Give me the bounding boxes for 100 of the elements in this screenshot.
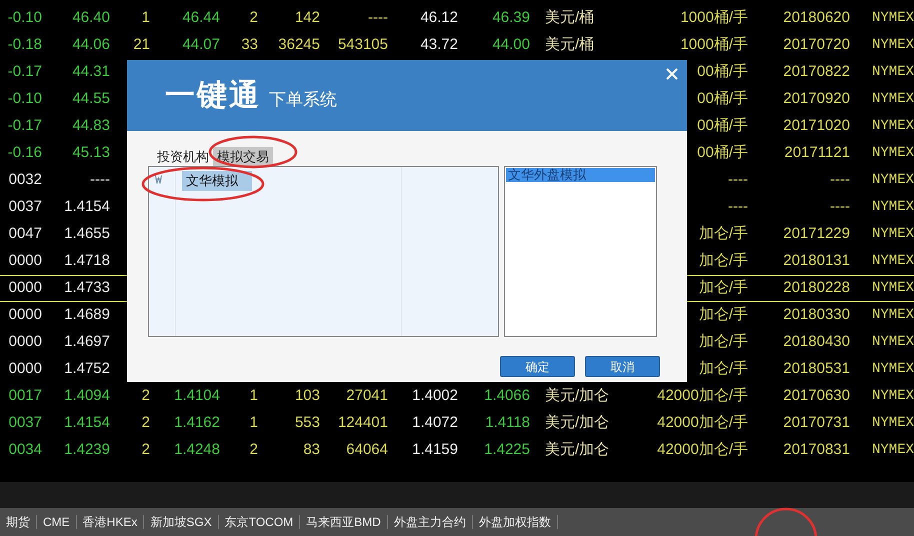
table-cell-text: 1.4104 — [174, 386, 220, 406]
table-cell-text: 00桶/手 — [697, 143, 748, 164]
table-cell-text: 加仑/手 — [698, 251, 748, 272]
market-tab[interactable]: CME — [37, 515, 77, 529]
tree-item[interactable]: 文华模拟 — [182, 171, 252, 190]
table-cell-text: NYMEX — [872, 63, 914, 82]
table-cell-text: 0037 — [8, 413, 42, 434]
table-cell-text: NYMEX — [872, 441, 914, 460]
table-cell-text: 0000 — [8, 332, 42, 352]
market-tab[interactable]: 外盘主力合约 — [388, 515, 473, 529]
table-cell-text: 00桶/手 — [697, 116, 748, 136]
table-cell-text: 加仑/手 — [698, 332, 748, 352]
table-cell-text: 553 — [294, 413, 320, 434]
table-cell-text: 美元/桶 — [544, 8, 594, 28]
table-cell-text: 00桶/手 — [697, 89, 748, 110]
table-cell-text: NYMEX — [872, 36, 914, 55]
table-cell-text: 1.4752 — [64, 359, 110, 380]
table-cell-text: 0000 — [8, 359, 42, 380]
table-cell-text: 43.72 — [420, 35, 458, 56]
table-cell-text: NYMEX — [872, 144, 914, 163]
table-cell-text: 1.4162 — [174, 413, 220, 434]
table-cell-text: 2 — [250, 8, 258, 28]
table-cell-text: 1.4689 — [64, 305, 110, 326]
table-cell-text: NYMEX — [872, 171, 914, 190]
market-tab[interactable]: 马来西亚BMD — [300, 515, 388, 529]
table-cell-text: 1.4225 — [484, 440, 530, 460]
table-cell-text: 44.07 — [182, 35, 220, 56]
table-cell-text: 美元/加仑 — [544, 440, 610, 460]
table-cell-text: 27041 — [346, 386, 388, 406]
table-cell-text: NYMEX — [872, 117, 914, 136]
table-cell-text: NYMEX — [872, 90, 914, 109]
table-cell-text: 加仑/手 — [698, 278, 748, 298]
table-cell-text: NYMEX — [872, 414, 914, 433]
table-cell-text: 20170831 — [783, 440, 850, 460]
table-cell-text: 0047 — [8, 224, 42, 244]
confirm-button[interactable]: 确定 — [500, 356, 575, 377]
table-cell-text: NYMEX — [872, 198, 914, 217]
table-cell-text: 20171121 — [784, 143, 850, 164]
table-cell-text: 20170822 — [783, 62, 850, 82]
table-cell-text: 142 — [294, 8, 320, 28]
table-cell-text: 20170731 — [783, 413, 850, 434]
table-cell-text: 1000桶/手 — [680, 35, 748, 56]
table-cell-text: -0.16 — [8, 143, 42, 164]
dialog-tab[interactable]: 投资机构 — [153, 147, 213, 167]
table-cell-text: 00桶/手 — [697, 62, 748, 82]
market-tab[interactable]: 外盘加权指数 — [472, 515, 558, 529]
table-cell-text: 1.4002 — [412, 386, 458, 406]
table-cell-text: 1.4248 — [174, 440, 220, 460]
table-cell-text: 44.00 — [492, 35, 530, 56]
table-cell-text: -0.17 — [8, 62, 42, 82]
table-cell-text: 1.4154 — [64, 413, 110, 434]
table-cell-text: -0.18 — [8, 35, 42, 56]
table-cell-text: 0000 — [8, 278, 42, 298]
table-cell-text: 美元/加仑 — [544, 386, 610, 406]
table-cell-text: NYMEX — [872, 279, 914, 298]
table-cell-text: 2 — [142, 413, 150, 434]
table-cell-text: 加仑/手 — [698, 359, 748, 380]
table-cell-text: 1.4118 — [485, 413, 530, 434]
dialog-subtitle: 下单系统 — [269, 88, 337, 111]
table-cell-text: 20180430 — [783, 332, 850, 352]
table-cell-text: 20170920 — [783, 89, 850, 110]
table-cell-text: 加仑/手 — [698, 224, 748, 244]
table-cell-text: 1.4239 — [64, 440, 110, 460]
table-cell-text: 美元/加仑 — [544, 413, 610, 434]
table-cell-text: NYMEX — [872, 360, 914, 379]
table-cell-text: 0032 — [8, 170, 42, 190]
table-cell-text: 0037 — [8, 197, 42, 218]
table-cell-text: 21 — [133, 35, 150, 56]
table-cell-text: 1 — [142, 8, 150, 28]
table-cell-text: 44.31 — [72, 62, 110, 82]
close-icon[interactable] — [665, 67, 679, 81]
table-cell-text: 44.06 — [72, 35, 110, 56]
table-cell-text: ---- — [830, 197, 850, 218]
table-cell-text: 1 — [250, 413, 258, 434]
table-cell-text: 1.4733 — [64, 278, 110, 298]
table-cell-text: 20170720 — [783, 35, 850, 56]
table-cell-text: 1 — [250, 386, 258, 406]
table-cell-text: NYMEX — [872, 387, 914, 406]
table-cell-text: 0000 — [8, 251, 42, 272]
tree-node-icon — [155, 175, 162, 184]
table-cell-text: 0017 — [8, 386, 42, 406]
table-cell-text: 44.83 — [72, 116, 110, 136]
table-cell-text: 1.4697 — [64, 332, 110, 352]
market-tab[interactable]: 期货 — [0, 515, 37, 529]
table-cell-text: 46.40 — [72, 8, 110, 28]
table-cell-text: 42000加仑/手 — [657, 413, 748, 434]
market-tab[interactable]: 东京TOCOM — [218, 515, 300, 529]
table-cell-text: NYMEX — [872, 306, 914, 325]
table-cell-text: 20171229 — [783, 224, 850, 244]
table-cell-text: 103 — [294, 386, 320, 406]
table-cell-text: 20180131 — [783, 251, 850, 272]
table-cell-text: ---- — [728, 197, 748, 218]
table-cell-text: 1.4718 — [64, 251, 110, 272]
market-tab[interactable]: 香港HKEx — [76, 515, 144, 529]
table-cell-text: 46.39 — [492, 8, 530, 28]
table-cell-text: 2 — [250, 440, 258, 460]
table-cell-text: 20170630 — [783, 386, 850, 406]
market-tab[interactable]: 新加坡SGX — [144, 515, 219, 529]
cancel-button[interactable]: 取消 — [585, 356, 660, 377]
table-cell-text: 1.4094 — [64, 386, 110, 406]
